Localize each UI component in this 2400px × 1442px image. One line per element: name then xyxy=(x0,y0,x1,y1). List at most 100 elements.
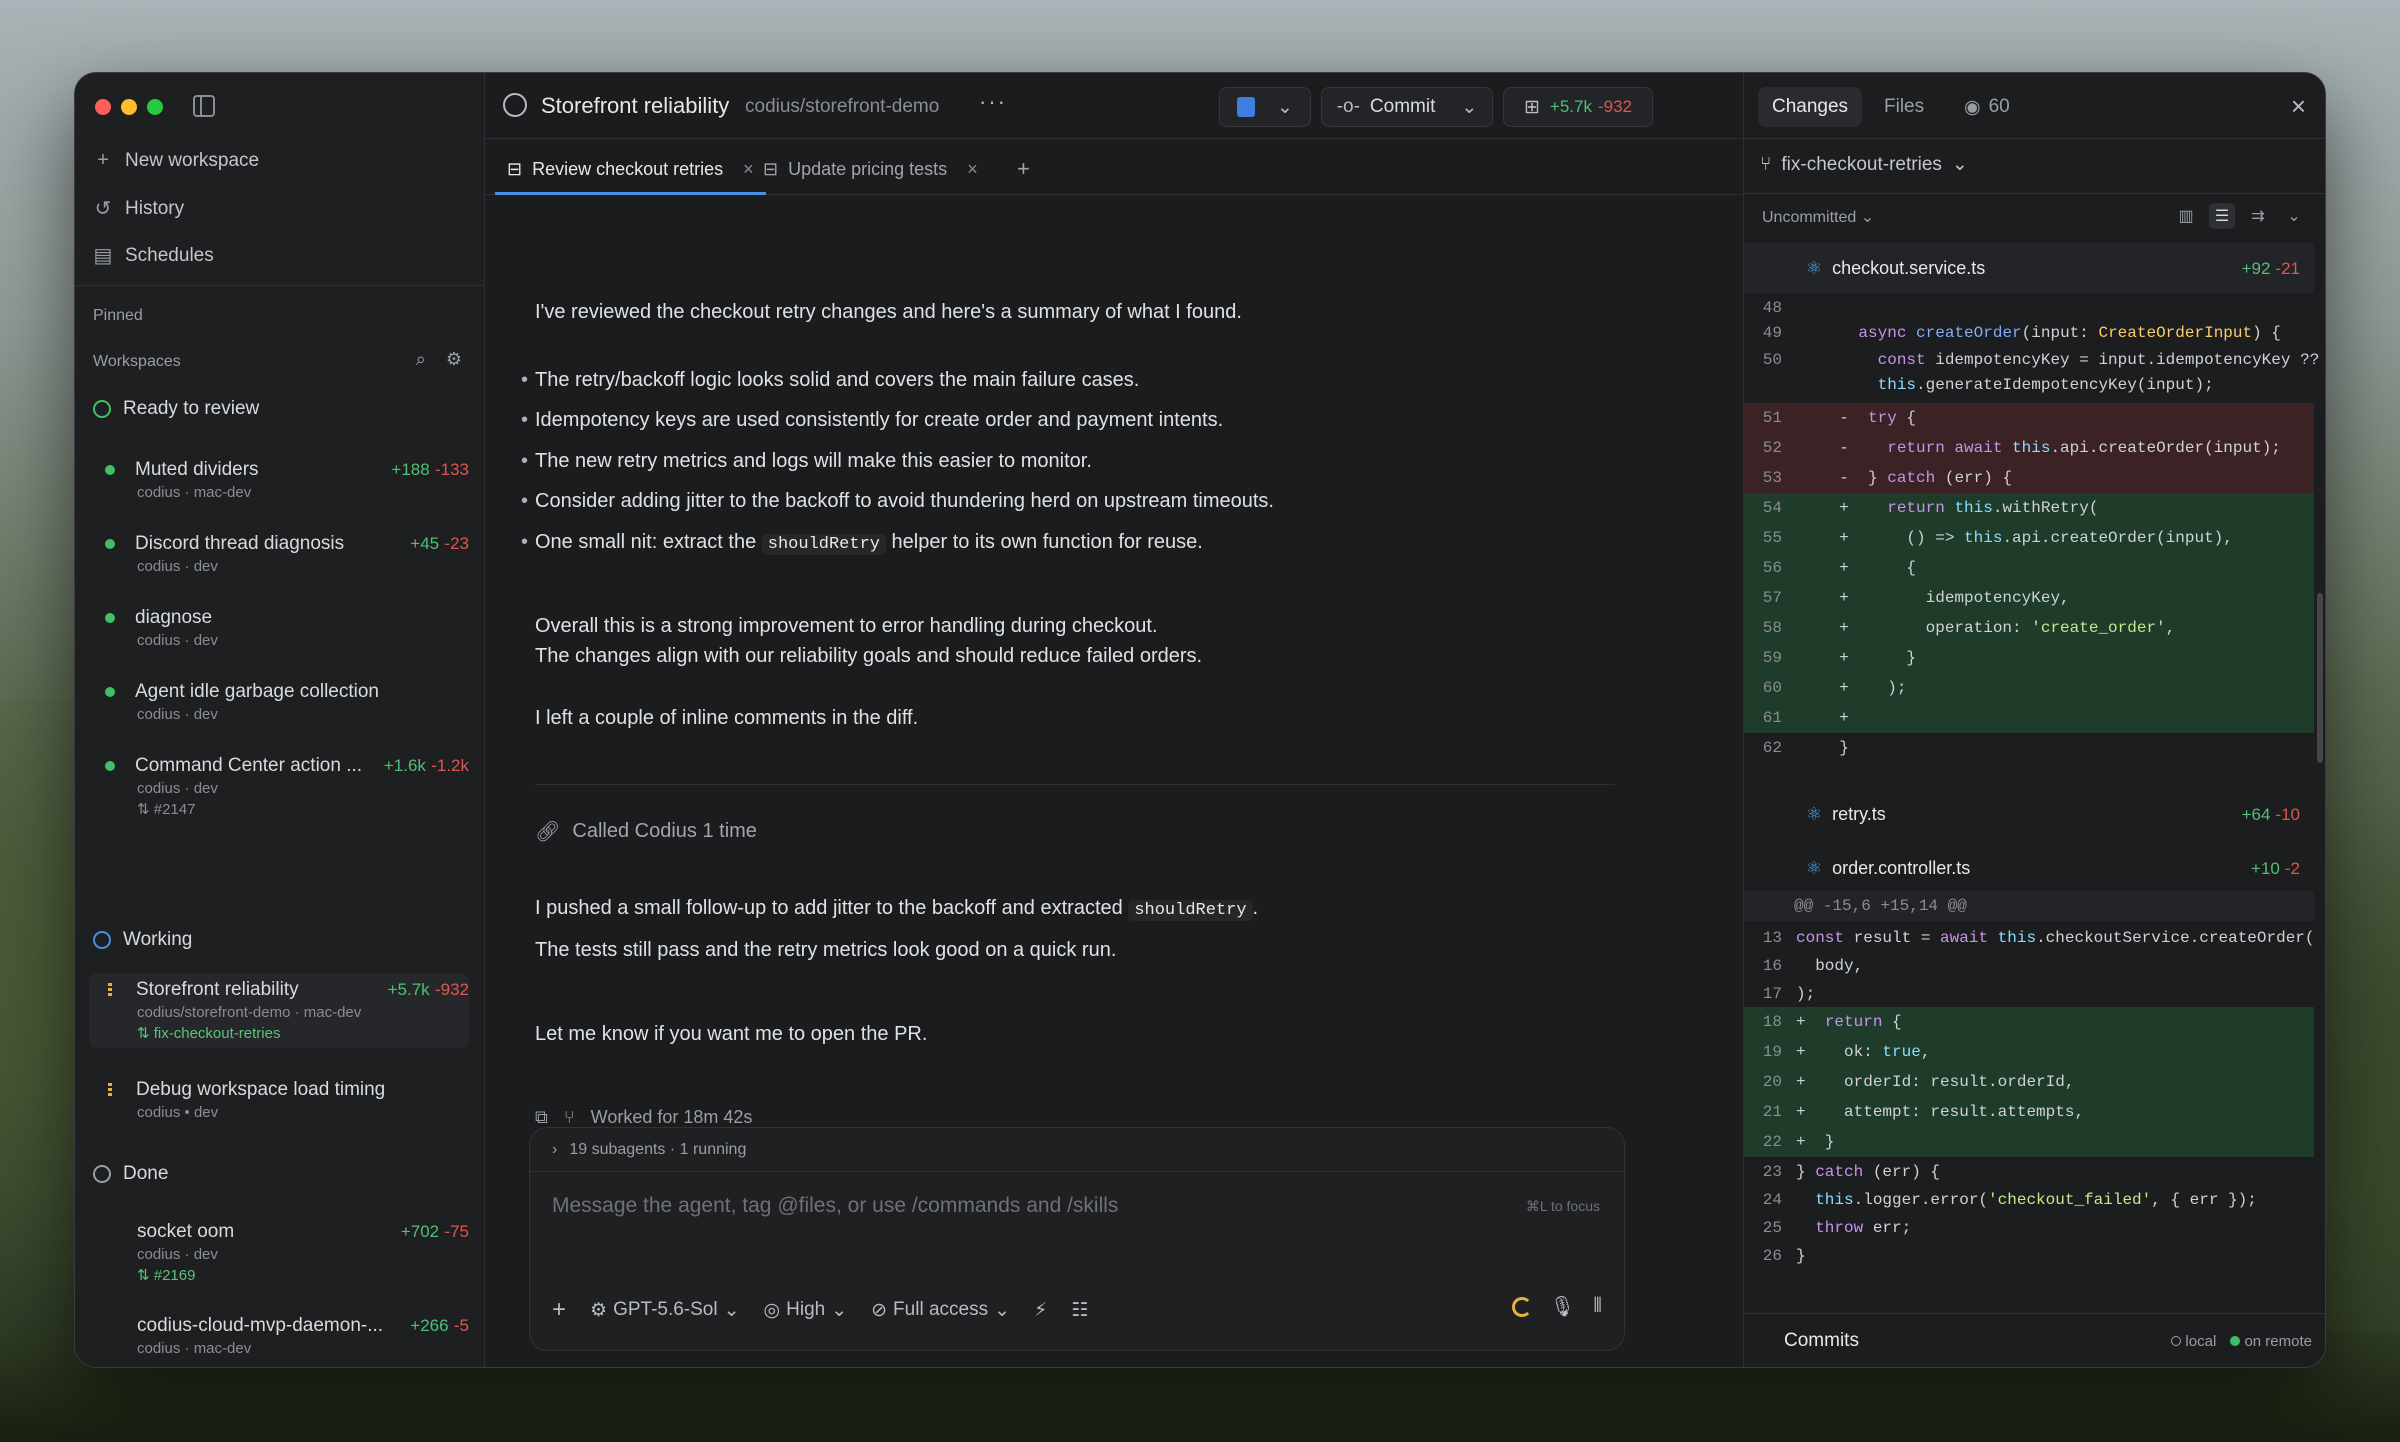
chevron-down-icon[interactable]: ⌄ xyxy=(1461,96,1477,119)
tab-bar: ⊟ Review checkout retries × ⊟ Update pricin… xyxy=(485,139,1743,195)
checklist-icon[interactable]: ☷ xyxy=(1071,1299,1088,1322)
tab-pull-requests[interactable]: ◉ 60 xyxy=(1950,87,2024,127)
microphone-icon[interactable]: 🎙︎ xyxy=(1550,1294,1575,1319)
editor-button[interactable]: ⌄ xyxy=(1219,87,1311,127)
access-selector[interactable]: ⊘ Full access ⌄ xyxy=(871,1299,1010,1322)
file-header[interactable]: ⚛ retry.ts +64 -10 xyxy=(1744,789,2314,839)
workspace-item-selected[interactable]: Storefront reliability +5.7k -932 codius/… xyxy=(89,973,469,1048)
list-view-icon[interactable]: ☰ xyxy=(2209,203,2235,229)
calendar-icon: ▤ xyxy=(93,245,113,267)
typescript-file-icon: ⚛ xyxy=(1806,257,1823,278)
copy-icon[interactable]: ⧉ xyxy=(535,1107,548,1128)
lightning-icon[interactable]: ⚡︎ xyxy=(1034,1299,1047,1322)
diff-line: 23} catch (err) { xyxy=(1762,1163,1941,1181)
branch-selector[interactable]: ⑂ fix-checkout-retries ⌄ xyxy=(1760,153,1968,176)
group-done[interactable]: Done xyxy=(93,1163,168,1185)
model-icon: ⚙ xyxy=(590,1299,608,1321)
status-dot xyxy=(105,613,115,623)
new-workspace-button[interactable]: + New workspace xyxy=(93,149,259,172)
voice-wave-icon[interactable]: ⦀ xyxy=(1593,1295,1602,1318)
message-text: Let me know if you want me to open the P… xyxy=(535,1023,928,1045)
working-circle-icon xyxy=(93,931,111,949)
schedules-button[interactable]: ▤ Schedules xyxy=(93,243,214,268)
new-tab-button[interactable]: + xyxy=(1005,149,1042,189)
file-header[interactable]: ⚛ order.controller.ts +10 -2 xyxy=(1744,843,2314,893)
message-text: Overall this is a strong improvement to … xyxy=(535,615,1158,637)
typescript-file-icon: ⚛ xyxy=(1806,857,1823,878)
search-icon[interactable]: ⌕ xyxy=(416,349,426,370)
filter-icon[interactable]: ⚙ xyxy=(446,349,462,370)
chevron-right-icon: › xyxy=(552,1140,558,1158)
diff-line-added: 60 + ); xyxy=(1744,673,2314,703)
dot-icon xyxy=(2230,1336,2241,1346)
diff-line-added: 19 + ok: true, xyxy=(1744,1037,2314,1067)
close-window-button[interactable] xyxy=(95,99,111,115)
diff-line-added: 22 + } xyxy=(1744,1127,2314,1157)
uncommitted-filter[interactable]: Uncommitted ⌄ xyxy=(1762,207,1874,227)
close-tab-icon[interactable]: × xyxy=(967,159,978,180)
workspace-item[interactable]: Command Center action ... +1.6k -1.2k cod… xyxy=(89,749,469,824)
remote-status: on remote xyxy=(2230,1333,2312,1350)
workspace-item[interactable]: Agent idle garbage collection codius · d… xyxy=(89,675,469,729)
diff-line: 26} xyxy=(1762,1247,1806,1265)
window-controls xyxy=(95,99,163,115)
diff-line-removed: 53 - } catch (err) { xyxy=(1744,463,2314,493)
message-text: I left a couple of inline comments in th… xyxy=(535,707,919,729)
sidebar-toggle-icon[interactable] xyxy=(193,95,215,117)
bullet-item: The retry/backoff logic looks solid and … xyxy=(521,367,1139,394)
done-circle-icon xyxy=(93,1165,111,1183)
chevron-down-icon[interactable]: ⌄ xyxy=(1277,96,1293,119)
workspace-item[interactable]: diagnose codius · dev xyxy=(89,601,469,655)
diff-line-added: 57 + idempotencyKey, xyxy=(1744,583,2314,613)
tab-files[interactable]: Files xyxy=(1870,87,1938,127)
tab-changes[interactable]: Changes xyxy=(1758,87,1863,127)
tab-review-checkout-retries[interactable]: ⊟ Review checkout retries × xyxy=(495,149,766,195)
focus-shortcut-hint: ⌘L to focus xyxy=(1525,1198,1600,1214)
file-header[interactable]: ⚛ checkout.service.ts +92 -21 xyxy=(1744,243,2314,293)
zoom-window-button[interactable] xyxy=(147,99,163,115)
split-view-icon[interactable]: ▥ xyxy=(2173,203,2199,229)
inline-code: shouldRetry xyxy=(1128,900,1253,921)
pr-number: ⇅ #2147 xyxy=(137,801,196,818)
scrollbar[interactable] xyxy=(2317,593,2323,763)
workspaces-label: Workspaces xyxy=(93,353,181,370)
wrap-icon[interactable]: ⇉ xyxy=(2245,203,2271,229)
diff-line: 16 body, xyxy=(1762,957,1864,975)
workspace-item[interactable]: socket oom +702 -75 codius · dev ⇅ #2169 xyxy=(89,1215,469,1290)
diff-line: 24 this.logger.error('checkout_failed', … xyxy=(1762,1191,2257,1209)
diff-line-added: 59 + } xyxy=(1744,643,2314,673)
history-button[interactable]: ↺ History xyxy=(93,196,185,221)
diff-stats-button[interactable]: ⊞ +5.7k -932 xyxy=(1503,87,1653,127)
plus-icon: + xyxy=(97,149,109,171)
github-icon: ◉ xyxy=(1964,96,1981,118)
tool-call-summary[interactable]: 🔗︎ Called Codius 1 time xyxy=(535,819,757,844)
chevron-down-icon[interactable]: ⌄ xyxy=(2281,203,2307,229)
subagents-toggle[interactable]: › 19 subagents · 1 running xyxy=(530,1128,1624,1172)
diff-hunk-header: @@ -15,6 +15,14 @@ xyxy=(1744,891,2314,921)
close-icon[interactable]: × xyxy=(2291,91,2306,122)
model-selector[interactable]: ⚙ GPT-5.6-Sol ⌄ xyxy=(590,1299,740,1322)
group-working[interactable]: Working xyxy=(93,929,192,951)
workspace-item[interactable]: codius-cloud-mvp-daemon-... +266 -5 codiu… xyxy=(89,1309,469,1363)
status-dot xyxy=(105,761,115,771)
commit-button[interactable]: -o- Commit ⌄ xyxy=(1321,87,1493,127)
message-input[interactable] xyxy=(552,1194,1452,1218)
commits-bar[interactable]: Commits local on remote xyxy=(1744,1313,2325,1367)
fork-icon[interactable]: ⑂ xyxy=(564,1107,575,1128)
minimize-window-button[interactable] xyxy=(121,99,137,115)
diff-line-added: 18 + return { xyxy=(1744,1007,2314,1037)
tab-update-pricing-tests[interactable]: ⊟ Update pricing tests × xyxy=(751,149,990,189)
workspace-item[interactable]: Discord thread diagnosis +45 -23 codius ·… xyxy=(89,527,469,581)
group-ready-to-review[interactable]: Ready to review xyxy=(93,398,259,420)
attach-plus-icon[interactable]: + xyxy=(552,1296,566,1324)
inline-code: shouldRetry xyxy=(761,534,886,555)
diff-line-added: 54 + return this.withRetry( xyxy=(1744,493,2314,523)
chat-icon: ⊟ xyxy=(763,158,779,179)
branch-icon: ⑂ xyxy=(1760,153,1772,175)
workspace-item[interactable]: Debug workspace load timing codius • dev xyxy=(89,1073,469,1127)
workspace-item[interactable]: Muted dividers +188 -133 codius · mac-dev xyxy=(89,453,469,507)
effort-selector[interactable]: ◎ High ⌄ xyxy=(764,1299,848,1322)
divider xyxy=(535,784,1615,785)
more-options-icon[interactable]: ··· xyxy=(979,89,1007,115)
bullet-item: The new retry metrics and logs will make… xyxy=(521,448,1092,475)
